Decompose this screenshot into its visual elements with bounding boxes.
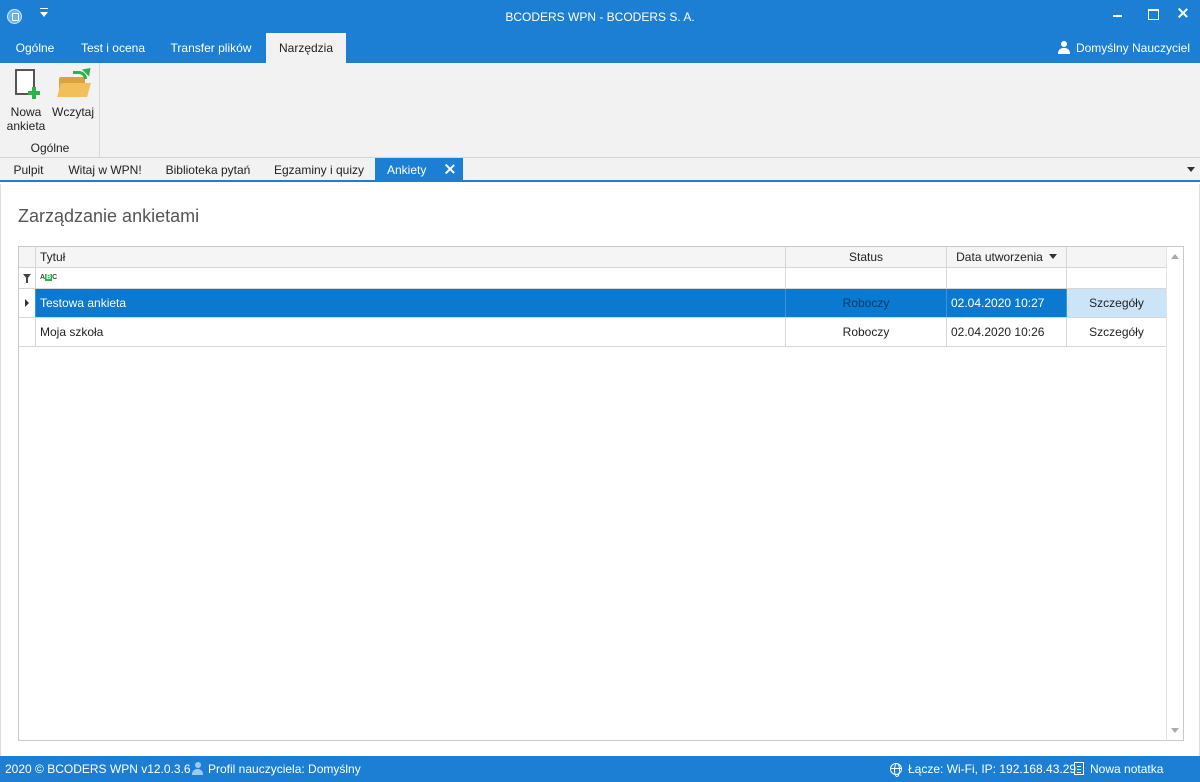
ribbon-tab-general[interactable]: Ogólne	[0, 33, 70, 63]
surveys-grid: Tytuł Status Data utworzenia ABC Testowa	[18, 246, 1184, 741]
minimize-button[interactable]	[1100, 0, 1135, 33]
filter-actions-cell	[1066, 268, 1166, 288]
cell-title[interactable]: Moja szkoła	[35, 318, 785, 346]
column-header-created[interactable]: Data utworzenia	[946, 247, 1066, 267]
doc-tab-surveys-label: Ankiety	[387, 163, 427, 177]
filter-created-input[interactable]	[946, 268, 1066, 288]
filter-row: ABC	[19, 268, 1183, 289]
teacher-profile-label: Profil nauczyciela: Domyślny	[208, 762, 361, 776]
profile-icon	[192, 762, 203, 775]
new-note-button[interactable]: Nowa notatka	[1074, 756, 1163, 782]
scroll-down-icon[interactable]	[1171, 728, 1179, 733]
close-tab-icon[interactable]	[445, 164, 455, 174]
user-name: Domyślny Nauczyciel	[1075, 41, 1190, 55]
scroll-up-icon[interactable]	[1171, 254, 1179, 259]
tabs-dropdown-icon[interactable]	[1187, 167, 1195, 172]
title-bar: BCODERS WPN - BCODERS S. A.	[0, 0, 1200, 33]
ribbon-group-general: Nowa ankieta Wczytaj Ogólne	[0, 63, 100, 158]
cell-created[interactable]: 02.04.2020 10:27	[946, 289, 1066, 317]
note-icon	[1074, 762, 1084, 775]
connection-label: Łącze: Wi-Fi, IP: 192.168.43.29	[908, 762, 1077, 776]
status-bar: 2020 © BCODERS WPN v12.0.3.6 Profil nauc…	[0, 756, 1200, 782]
row-indicator-cell	[19, 318, 35, 346]
table-row[interactable]: Testowa ankieta Roboczy 02.04.2020 10:27…	[19, 289, 1183, 318]
doc-tab-surveys[interactable]: Ankiety	[375, 158, 463, 180]
doc-tab-desktop[interactable]: Pulpit	[0, 158, 57, 180]
header-indicator-cell	[19, 247, 35, 267]
details-button[interactable]: Szczegóły	[1066, 289, 1166, 317]
teacher-profile[interactable]: Profil nauczyciela: Domyślny	[192, 756, 361, 782]
cell-created[interactable]: 02.04.2020 10:26	[946, 318, 1066, 346]
ribbon-tab-file-transfer[interactable]: Transfer plików	[156, 33, 266, 63]
load-button[interactable]: Wczytaj	[50, 64, 96, 119]
sort-descending-icon	[1048, 254, 1057, 259]
doc-tab-exams[interactable]: Egzaminy i quizy	[263, 158, 375, 180]
column-header-actions	[1066, 247, 1166, 267]
content-area: Zarządzanie ankietami Tytuł Status Data …	[0, 184, 1200, 756]
vertical-scrollbar[interactable]	[1166, 247, 1183, 740]
cell-status[interactable]: Roboczy	[785, 318, 946, 346]
ribbon-tab-tools[interactable]: Narzędzia	[266, 33, 346, 63]
ribbon-tab-test[interactable]: Test i ocena	[70, 33, 156, 63]
document-tab-bar: Pulpit Witaj w WPN! Biblioteka pytań Egz…	[0, 158, 1200, 182]
close-button[interactable]	[1165, 0, 1200, 33]
user-menu[interactable]: Domyślny Nauczyciel	[1057, 33, 1190, 63]
filter-icon	[23, 274, 31, 283]
row-indicator-cell	[19, 289, 35, 317]
filter-status-input[interactable]	[785, 268, 946, 288]
window-title: BCODERS WPN - BCODERS S. A.	[505, 10, 695, 24]
column-header-created-label: Data utworzenia	[956, 250, 1043, 264]
details-button[interactable]: Szczegóły	[1066, 318, 1166, 346]
table-row[interactable]: Moja szkoła Roboczy 02.04.2020 10:26 Szc…	[19, 318, 1183, 347]
filter-title-input[interactable]: ABC	[35, 268, 785, 288]
cell-status[interactable]: Roboczy	[785, 289, 946, 317]
cell-title[interactable]: Testowa ankieta	[35, 289, 785, 317]
new-survey-label-line2: ankieta	[6, 119, 46, 133]
globe-icon	[890, 763, 902, 777]
filter-indicator-cell	[19, 268, 35, 288]
user-icon	[1057, 41, 1070, 54]
page-title: Zarządzanie ankietami	[18, 206, 200, 226]
load-label: Wczytaj	[52, 105, 94, 119]
doc-tab-question-library[interactable]: Biblioteka pytań	[153, 158, 263, 180]
doc-tab-welcome[interactable]: Witaj w WPN!	[57, 158, 153, 180]
text-filter-icon: ABC	[40, 274, 58, 281]
column-header-title[interactable]: Tytuł	[35, 247, 785, 267]
new-survey-label-line1: Nowa	[10, 105, 42, 119]
new-document-icon	[11, 67, 41, 101]
ribbon-panel: Nowa ankieta Wczytaj Ogólne	[0, 63, 1200, 158]
ribbon-tab-bar: Ogólne Test i ocena Transfer plików Narz…	[0, 33, 1200, 63]
connection-info: Łącze: Wi-Fi, IP: 192.168.43.29	[890, 756, 1076, 782]
copyright-version: 2020 © BCODERS WPN v12.0.3.6	[5, 762, 191, 776]
new-note-label: Nowa notatka	[1090, 762, 1164, 776]
new-survey-button[interactable]: Nowa ankieta	[4, 67, 48, 133]
grid-header: Tytuł Status Data utworzenia	[19, 247, 1183, 268]
current-row-arrow-icon	[25, 299, 29, 307]
column-header-status[interactable]: Status	[785, 247, 946, 267]
open-folder-icon	[56, 64, 95, 101]
ribbon-group-label: Ogólne	[30, 141, 70, 155]
